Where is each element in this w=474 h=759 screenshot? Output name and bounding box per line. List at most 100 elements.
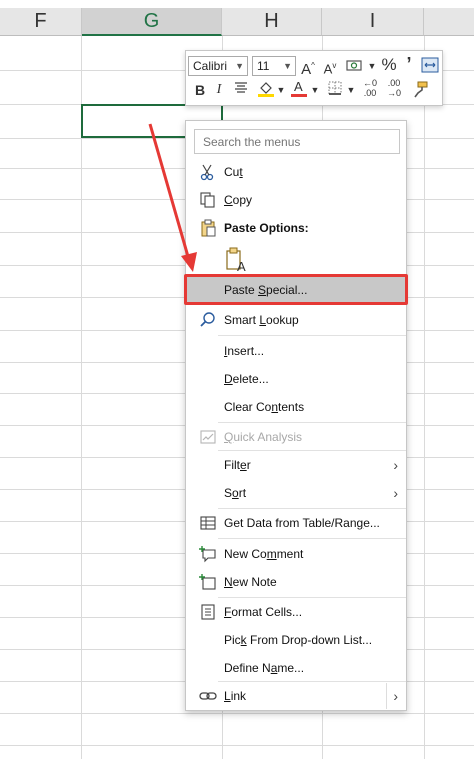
menu-item-new-note[interactable]: New Note (187, 569, 406, 595)
menu-item-label: Format Cells... (224, 605, 303, 619)
format-cells-icon (199, 603, 217, 621)
borders-icon[interactable] (326, 80, 344, 100)
increase-decimal-icon[interactable]: ←0.00 (360, 78, 380, 98)
menu-separator (218, 422, 406, 423)
menu-separator (218, 538, 406, 539)
menu-item-delete[interactable]: Delete... (187, 366, 406, 392)
chevron-right-icon[interactable]: › (386, 683, 398, 709)
menu-item-label: Copy (224, 193, 253, 207)
menu-item-label: Define Name... (224, 661, 305, 675)
menu-item-insert[interactable]: Insert... (187, 338, 406, 364)
menu-item-copy[interactable]: Copy (187, 187, 406, 213)
fill-color-icon[interactable] (256, 80, 276, 100)
menu-item-label: Filter (224, 458, 251, 472)
paste-option-keep-text[interactable]: A (187, 245, 406, 275)
quick-analysis-icon (199, 428, 217, 446)
chevron-right-icon: › (393, 485, 398, 501)
font-color-icon[interactable]: A (290, 78, 308, 98)
row-divider (0, 745, 474, 746)
menu-search-input[interactable] (194, 129, 400, 154)
link-icon (199, 687, 217, 705)
menu-item-sort[interactable]: Sort › (187, 480, 406, 506)
chevron-down-icon[interactable]: ▼ (283, 57, 292, 75)
clipboard-icon (199, 219, 217, 237)
format-painter-icon[interactable] (410, 80, 430, 100)
table-icon (199, 514, 217, 532)
merge-center-icon[interactable] (421, 56, 439, 76)
menu-item-label: Sort (224, 486, 247, 500)
chevron-right-icon: › (393, 457, 398, 473)
column-label: I (369, 10, 376, 32)
menu-separator (218, 681, 406, 682)
menu-item-label: New Note (224, 575, 277, 589)
menu-item-format-cells[interactable]: Format Cells... (187, 599, 406, 625)
row-divider (0, 713, 474, 714)
menu-separator (218, 450, 406, 451)
column-header-g[interactable]: G (82, 8, 222, 36)
menu-item-link[interactable]: Link › (187, 683, 406, 709)
menu-item-label: Quick Analysis (224, 430, 303, 444)
copy-icon (199, 191, 217, 209)
context-menu: Cut Copy Paste Options: A Paste Special.… (185, 120, 407, 711)
menu-item-label: Link (224, 689, 247, 703)
new-note-icon (199, 573, 217, 591)
font-name-value: Calibri (193, 59, 228, 73)
scissors-icon (199, 163, 217, 181)
menu-item-clear-contents[interactable]: Clear Contents (187, 394, 406, 420)
decrease-font-size-icon[interactable]: Av (322, 56, 338, 76)
menu-item-quick-analysis: Quick Analysis (187, 424, 406, 450)
accounting-format-icon[interactable] (344, 56, 366, 76)
menu-item-label: Cut (224, 165, 243, 179)
menu-item-pick-list[interactable]: Pick From Drop-down List... (187, 627, 406, 653)
menu-item-label: Delete... (224, 372, 269, 386)
menu-item-label: Insert... (224, 344, 265, 358)
column-header-f[interactable]: F (0, 8, 82, 36)
svg-text:A: A (294, 79, 303, 94)
font-size-value: 11 (257, 59, 270, 73)
column-divider (81, 36, 82, 759)
menu-separator (218, 335, 406, 336)
menu-item-define-name[interactable]: Define Name... (187, 655, 406, 681)
menu-item-label: Get Data from Table/Range... (224, 516, 380, 530)
column-label: G (143, 9, 160, 32)
svg-text:A: A (237, 259, 246, 273)
menu-item-label: New Comment (224, 547, 304, 561)
font-size-box[interactable]: 11 ▼ (252, 56, 296, 76)
column-label: H (264, 10, 279, 32)
chevron-down-icon[interactable]: ▼ (346, 80, 356, 100)
highlight-box (184, 274, 408, 305)
font-name-box[interactable]: Calibri ▼ (188, 56, 248, 76)
menu-item-label: Clear Contents (224, 400, 305, 414)
menu-separator (218, 597, 406, 598)
increase-font-size-icon[interactable]: A^ (300, 56, 316, 78)
column-header-partial[interactable] (424, 8, 474, 36)
column-header-i[interactable]: I (322, 8, 424, 36)
menu-item-get-data[interactable]: Get Data from Table/Range... (187, 510, 406, 536)
percent-style-icon[interactable]: % (380, 55, 398, 75)
menu-separator (218, 508, 406, 509)
decrease-decimal-icon[interactable]: .00 →0 (384, 78, 404, 98)
column-divider (424, 36, 425, 759)
menu-item-label: Smart Lookup (224, 313, 299, 327)
new-comment-icon (199, 545, 217, 563)
paste-text-only-icon[interactable]: A (225, 247, 247, 274)
menu-item-cut[interactable]: Cut (187, 159, 406, 185)
paste-options-label: Paste Options: (224, 221, 309, 235)
search-icon (199, 311, 217, 329)
align-center-icon[interactable] (232, 80, 250, 100)
column-header-h[interactable]: H (222, 8, 322, 36)
menu-heading-paste-options: Paste Options: (187, 215, 406, 241)
italic-icon[interactable]: I (212, 80, 226, 100)
menu-item-smart-lookup[interactable]: Smart Lookup (187, 307, 406, 333)
mini-toolbar: Calibri ▼ 11 ▼ A^ Av ▼ % ’ B I ▼ A ▼ ▼ ←… (185, 50, 443, 106)
chevron-down-icon[interactable]: ▼ (310, 80, 320, 100)
chevron-down-icon[interactable]: ▼ (367, 56, 377, 76)
comma-style-icon[interactable]: ’ (402, 54, 416, 74)
bold-icon[interactable]: B (192, 80, 208, 100)
menu-item-label: Pick From Drop-down List... (224, 633, 373, 647)
menu-item-new-comment[interactable]: New Comment (187, 541, 406, 567)
column-label: F (34, 10, 47, 32)
menu-item-filter[interactable]: Filter › (187, 452, 406, 478)
chevron-down-icon[interactable]: ▼ (235, 57, 244, 75)
chevron-down-icon[interactable]: ▼ (276, 80, 286, 100)
